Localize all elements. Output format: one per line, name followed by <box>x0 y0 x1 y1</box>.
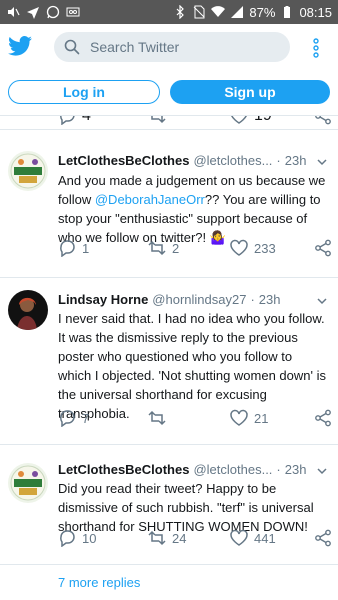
twitter-bird-icon[interactable] <box>8 36 32 56</box>
reply-count: 7 <box>82 410 90 426</box>
clock: 08:15 <box>299 4 332 20</box>
signup-button[interactable]: Sign up <box>170 80 330 104</box>
more-vertical-icon[interactable] <box>310 38 322 58</box>
app-bar: Search Twitter <box>0 24 338 68</box>
mention-link[interactable]: @DeborahJaneOrr <box>95 192 205 207</box>
tweet-text: I never said that. I had no idea who you… <box>58 311 326 421</box>
signal-icon <box>231 6 244 18</box>
no-sim-icon <box>194 5 205 19</box>
voicemail-icon <box>66 7 80 17</box>
like-icon <box>230 529 248 546</box>
mute-icon <box>8 7 20 17</box>
avatar[interactable] <box>8 290 48 330</box>
wifi-icon <box>211 6 226 17</box>
login-button[interactable]: Log in <box>8 80 160 104</box>
retweet-icon <box>148 240 166 256</box>
reply-count: 1 <box>82 240 90 256</box>
separator-dot: · <box>276 153 281 168</box>
timestamp[interactable]: 23h <box>285 462 307 477</box>
search-bar[interactable]: Search Twitter <box>54 32 290 62</box>
tweet[interactable]: Lindsay Horne @hornlindsay27 · 23h I nev… <box>0 278 338 445</box>
more-replies-link[interactable]: 7 more replies <box>58 575 140 590</box>
chevron-down-icon[interactable] <box>316 156 328 168</box>
like-button[interactable]: 21 <box>230 409 268 427</box>
share-button[interactable] <box>314 529 332 547</box>
like-icon <box>230 409 248 426</box>
like-icon <box>230 239 248 256</box>
tweet-header: Lindsay Horne @hornlindsay27 · 23h <box>58 292 330 307</box>
like-button[interactable]: 441 <box>230 529 276 547</box>
bluetooth-icon <box>176 5 185 19</box>
share-icon <box>315 409 331 427</box>
reply-icon <box>60 530 75 547</box>
share-icon <box>315 116 331 125</box>
letclothes-logo-icon <box>8 151 48 191</box>
tweet-header: LetClothesBeClothes @letclothes... · 23h <box>58 462 330 477</box>
reply-icon <box>60 116 75 125</box>
like-count: 21 <box>254 410 269 426</box>
like-button[interactable]: 19 <box>230 116 272 125</box>
whatsapp-icon <box>46 5 60 19</box>
search-icon <box>64 39 80 55</box>
retweet-icon <box>148 410 166 426</box>
battery-icon <box>284 6 291 18</box>
reply-button[interactable]: 4 <box>58 116 91 125</box>
retweet-count: 2 <box>172 240 180 256</box>
share-icon <box>315 529 331 547</box>
retweet-button[interactable] <box>148 116 166 125</box>
share-button[interactable] <box>314 239 332 257</box>
send-icon <box>27 7 39 19</box>
tweet[interactable]: LetClothesBeClothes @letclothes... · 23h… <box>0 131 338 278</box>
avatar[interactable] <box>8 463 48 503</box>
letclothes-logo-icon <box>8 463 48 503</box>
retweet-count: 24 <box>172 530 187 546</box>
retweet-button[interactable] <box>148 409 172 427</box>
retweet-icon <box>151 116 166 124</box>
avatar[interactable] <box>8 151 48 191</box>
auth-bar: Log in Sign up <box>0 68 338 116</box>
display-name[interactable]: LetClothesBeClothes <box>58 462 189 477</box>
reply-count: 10 <box>82 530 97 546</box>
reply-button[interactable]: 1 <box>58 239 89 257</box>
tweet-header: LetClothesBeClothes @letclothes... · 23h <box>58 153 330 168</box>
reply-count: 4 <box>82 116 91 125</box>
status-bar: 87% 08:15 <box>0 0 338 24</box>
display-name[interactable]: Lindsay Horne <box>58 292 148 307</box>
like-button[interactable]: 233 <box>230 239 276 257</box>
reply-icon <box>60 410 75 427</box>
chevron-down-icon[interactable] <box>316 295 328 307</box>
battery-level: 87% <box>249 4 276 20</box>
previous-tweet-actions: 4 19 <box>0 116 338 130</box>
tweet[interactable]: LetClothesBeClothes @letclothes... · 23h… <box>0 445 338 565</box>
like-count: 441 <box>254 530 276 546</box>
like-count: 233 <box>254 240 276 256</box>
profile-photo-icon <box>8 290 48 330</box>
share-icon <box>315 239 331 257</box>
separator-dot: · <box>276 462 281 477</box>
retweet-icon <box>148 530 166 546</box>
timestamp[interactable]: 23h <box>285 153 307 168</box>
reply-button[interactable]: 10 <box>58 529 96 547</box>
reply-button[interactable]: 7 <box>58 409 89 427</box>
tweet-text: Did you read their tweet? Happy to be di… <box>58 481 314 534</box>
display-name[interactable]: LetClothesBeClothes <box>58 153 189 168</box>
reply-icon <box>60 240 75 257</box>
like-icon <box>231 116 247 124</box>
share-button[interactable] <box>314 116 332 125</box>
search-placeholder: Search Twitter <box>90 39 180 55</box>
share-button[interactable] <box>314 409 332 427</box>
retweet-button[interactable]: 24 <box>148 529 186 547</box>
handle[interactable]: @hornlindsay27 <box>152 292 246 307</box>
chevron-down-icon[interactable] <box>316 465 328 477</box>
separator-dot: · <box>250 292 255 307</box>
tweet-text: And you made a judgement on us because w… <box>58 171 326 247</box>
handle[interactable]: @letclothes... <box>193 462 272 477</box>
handle[interactable]: @letclothes... <box>193 153 272 168</box>
retweet-button[interactable]: 2 <box>148 239 179 257</box>
like-count: 19 <box>254 116 272 125</box>
timestamp[interactable]: 23h <box>259 292 281 307</box>
